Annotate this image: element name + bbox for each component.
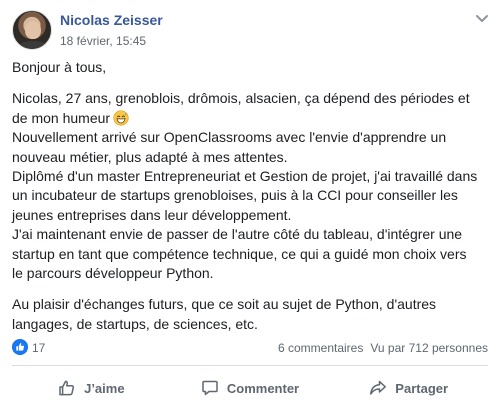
text-line: Au plaisir d'échanges futurs, que ce soi… xyxy=(12,296,437,313)
paragraph-intro: Nicolas, 27 ans, grenoblois, drômois, al… xyxy=(12,89,490,283)
text-line: nouveau métier, plus adapté à mes attent… xyxy=(12,148,288,165)
text-line: le parcours développeur Python. xyxy=(12,265,214,282)
text-line: startup en tant que compétence technique… xyxy=(12,245,467,262)
like-label: J’aime xyxy=(84,380,125,396)
post-card: Nicolas Zeisser 18 février, 15:45 Bonjou… xyxy=(0,0,499,410)
post-body: Bonjour à tous, Nicolas, 27 ans, grenobl… xyxy=(12,58,490,346)
views-count[interactable]: Vu par 712 personnes xyxy=(370,341,488,355)
text-line: Diplômé d'un master Entrepreneuriat et G… xyxy=(12,168,478,185)
text-line: jeunes entreprises dans leur développeme… xyxy=(12,206,292,223)
avatar[interactable] xyxy=(12,10,52,50)
like-button[interactable]: J’aime xyxy=(12,370,171,406)
text-line: Bonjour à tous, xyxy=(12,59,107,75)
post-header: Nicolas Zeisser 18 février, 15:45 xyxy=(12,10,490,52)
author-name[interactable]: Nicolas Zeisser xyxy=(60,12,163,28)
thumbs-up-outline-icon xyxy=(59,380,75,396)
text-line: Nouvellement arrivé sur OpenClassrooms a… xyxy=(12,129,447,146)
paragraph-closing: Au plaisir d'échanges futurs, que ce soi… xyxy=(12,295,490,334)
text-line: Nicolas, 27 ans, grenoblois, drômois, al… xyxy=(12,90,470,107)
text-line: de mon humeur xyxy=(12,109,111,126)
comments-count[interactable]: 6 commentaires xyxy=(278,341,363,355)
divider xyxy=(12,365,488,366)
share-icon xyxy=(370,380,387,395)
action-bar: J’aime Commenter Partager xyxy=(12,370,488,406)
text-line: langages, de startups, de sciences, etc. xyxy=(12,315,258,332)
text-line: J'ai maintenant envie de passer de l'aut… xyxy=(12,226,463,243)
text-line-with-emoji: de mon humeur xyxy=(12,109,490,128)
post-stats: 17 6 commentaires Vu par 712 personnes xyxy=(12,338,488,358)
paragraph-greeting: Bonjour à tous, xyxy=(12,58,490,77)
comment-button[interactable]: Commenter xyxy=(171,370,330,406)
text-line: un incubateur de startups grenobloises, … xyxy=(12,187,458,204)
comment-icon xyxy=(202,380,218,396)
comment-label: Commenter xyxy=(226,380,300,396)
stats-right: 6 commentaires Vu par 712 personnes xyxy=(278,341,488,355)
grinning-sweat-emoji-icon xyxy=(113,110,129,126)
chevron-down-icon[interactable] xyxy=(474,10,490,26)
post-timestamp[interactable]: 18 février, 15:45 xyxy=(60,34,146,48)
thumbs-up-icon[interactable] xyxy=(12,339,28,355)
share-button[interactable]: Partager xyxy=(329,370,488,406)
like-count[interactable]: 17 xyxy=(32,341,45,355)
share-label: Partager xyxy=(395,380,449,396)
